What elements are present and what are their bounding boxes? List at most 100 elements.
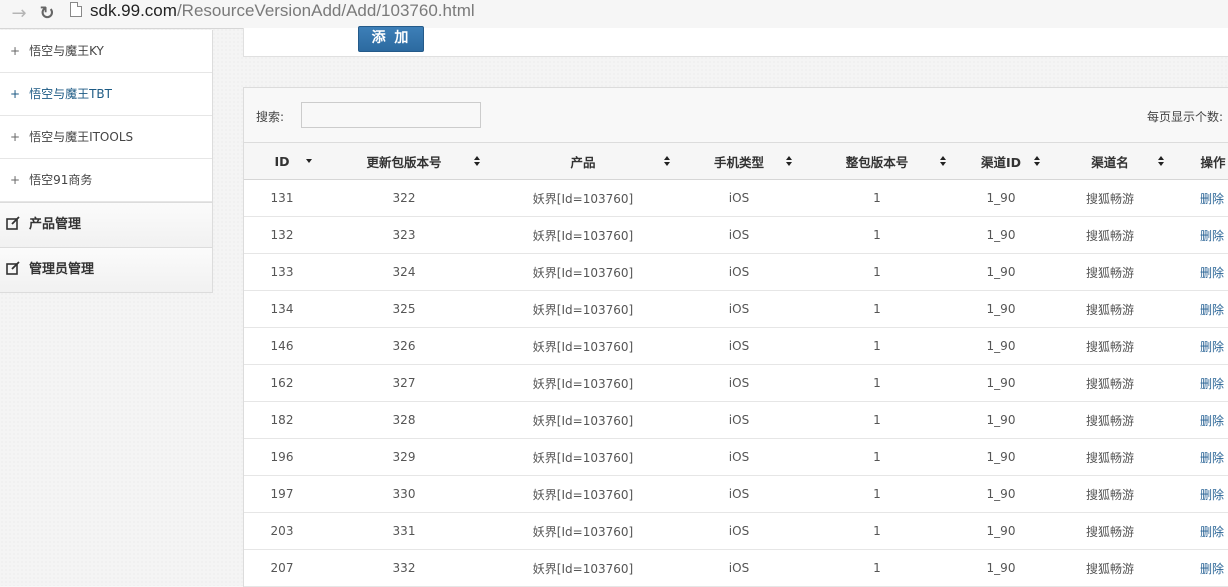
cell-product: 妖界[Id=103760] <box>488 438 678 476</box>
cell-update-version: 330 <box>320 475 488 513</box>
search-input[interactable] <box>301 102 481 128</box>
cell-id: 207 <box>244 549 320 587</box>
sidebar-item-label: 悟空与魔王TBT <box>29 87 112 101</box>
plus-icon: + <box>10 44 21 58</box>
table-row: 182 328 妖界[Id=103760] iOS 1 1_90 搜狐畅游 删除 <box>244 401 1228 439</box>
table-row: 146 326 妖界[Id=103760] iOS 1 1_90 搜狐畅游 删除 <box>244 327 1228 365</box>
url-path: /ResourceVersionAdd/Add/103760.html <box>176 1 475 20</box>
sort-icon[interactable] <box>940 156 946 166</box>
add-panel: 添 加 <box>243 26 1228 57</box>
address-bar[interactable]: sdk.99.com/ResourceVersionAdd/Add/103760… <box>66 0 1228 22</box>
data-table-panel: 搜索: 每页显示个数: ID 更新包版本号 产品 手机类型 整包版本号 渠道ID… <box>243 87 1228 587</box>
cell-channel-id: 1_90 <box>954 549 1048 587</box>
sidebar-item-ky[interactable]: + 悟空与魔王KY <box>0 30 212 73</box>
column-header-id[interactable]: ID <box>244 143 320 180</box>
cell-channel-name: 搜狐畅游 <box>1048 512 1172 550</box>
cell-phone-type: iOS <box>678 290 800 328</box>
cell-update-version: 327 <box>320 364 488 402</box>
sidebar-item-itools[interactable]: + 悟空与魔王ITOOLS <box>0 116 212 159</box>
cell-phone-type: iOS <box>678 475 800 513</box>
cell-update-version: 332 <box>320 549 488 587</box>
cell-action-delete[interactable]: 删除 <box>1172 290 1228 328</box>
table-header-row: ID 更新包版本号 产品 手机类型 整包版本号 渠道ID 渠道名 操作 <box>244 143 1228 180</box>
add-button[interactable]: 添 加 <box>358 26 424 52</box>
cell-channel-name: 搜狐畅游 <box>1048 290 1172 328</box>
sort-icon[interactable] <box>1034 156 1040 166</box>
cell-action-delete[interactable]: 删除 <box>1172 512 1228 550</box>
forward-arrow-icon[interactable]: → <box>8 3 30 25</box>
data-table: ID 更新包版本号 产品 手机类型 整包版本号 渠道ID 渠道名 操作 131 3… <box>244 143 1228 587</box>
cell-channel-id: 1_90 <box>954 179 1048 217</box>
cell-action-delete[interactable]: 删除 <box>1172 253 1228 291</box>
cell-product: 妖界[Id=103760] <box>488 290 678 328</box>
table-row: 203 331 妖界[Id=103760] iOS 1 1_90 搜狐畅游 删除 <box>244 512 1228 550</box>
sort-icon[interactable] <box>1158 156 1164 166</box>
cell-channel-id: 1_90 <box>954 253 1048 291</box>
cell-action-delete[interactable]: 删除 <box>1172 438 1228 476</box>
plus-icon: + <box>10 130 21 144</box>
column-header-product[interactable]: 产品 <box>488 143 678 180</box>
sidebar-item-tbt[interactable]: + 悟空与魔王TBT <box>0 73 212 116</box>
reload-icon[interactable]: ↻ <box>36 3 58 25</box>
sort-icon[interactable] <box>664 156 670 166</box>
cell-channel-id: 1_90 <box>954 364 1048 402</box>
cell-phone-type: iOS <box>678 401 800 439</box>
cell-product: 妖界[Id=103760] <box>488 401 678 439</box>
cell-channel-id: 1_90 <box>954 475 1048 513</box>
sort-icon[interactable] <box>474 156 480 166</box>
cell-action-delete[interactable]: 删除 <box>1172 401 1228 439</box>
table-row: 133 324 妖界[Id=103760] iOS 1 1_90 搜狐畅游 删除 <box>244 253 1228 291</box>
cell-channel-name: 搜狐畅游 <box>1048 401 1172 439</box>
cell-id: 196 <box>244 438 320 476</box>
cell-id: 203 <box>244 512 320 550</box>
cell-full-version: 1 <box>800 512 954 550</box>
sidebar-group-label: 产品管理 <box>29 217 82 232</box>
cell-channel-id: 1_90 <box>954 512 1048 550</box>
table-row: 134 325 妖界[Id=103760] iOS 1 1_90 搜狐畅游 删除 <box>244 290 1228 328</box>
cell-full-version: 1 <box>800 216 954 254</box>
cell-phone-type: iOS <box>678 512 800 550</box>
browser-toolbar: → ↻ sdk.99.com/ResourceVersionAdd/Add/10… <box>0 0 1228 29</box>
cell-update-version: 328 <box>320 401 488 439</box>
column-header-full-version[interactable]: 整包版本号 <box>800 143 954 180</box>
sort-desc-icon[interactable] <box>306 156 312 166</box>
sidebar-item-91[interactable]: + 悟空91商务 <box>0 159 212 202</box>
cell-full-version: 1 <box>800 549 954 587</box>
table-row: 207 332 妖界[Id=103760] iOS 1 1_90 搜狐畅游 删除 <box>244 549 1228 587</box>
cell-phone-type: iOS <box>678 549 800 587</box>
cell-action-delete[interactable]: 删除 <box>1172 179 1228 217</box>
cell-product: 妖界[Id=103760] <box>488 549 678 587</box>
cell-channel-name: 搜狐畅游 <box>1048 216 1172 254</box>
cell-id: 131 <box>244 179 320 217</box>
cell-action-delete[interactable]: 删除 <box>1172 364 1228 402</box>
cell-channel-name: 搜狐畅游 <box>1048 327 1172 365</box>
cell-full-version: 1 <box>800 438 954 476</box>
sort-icon[interactable] <box>786 156 792 166</box>
column-header-phone-type[interactable]: 手机类型 <box>678 143 800 180</box>
plus-icon: + <box>10 173 21 187</box>
sidebar-group-label: 管理员管理 <box>29 262 95 277</box>
cell-channel-id: 1_90 <box>954 290 1048 328</box>
cell-action-delete[interactable]: 删除 <box>1172 549 1228 587</box>
sidebar-item-label: 悟空与魔王ITOOLS <box>29 130 134 144</box>
sidebar-group-products[interactable]: 产品管理 <box>0 202 212 247</box>
cell-update-version: 322 <box>320 179 488 217</box>
column-header-update-version[interactable]: 更新包版本号 <box>320 143 488 180</box>
cell-phone-type: iOS <box>678 253 800 291</box>
cell-id: 182 <box>244 401 320 439</box>
cell-action-delete[interactable]: 删除 <box>1172 216 1228 254</box>
url-host: sdk.99.com <box>90 1 177 20</box>
plus-icon: + <box>10 87 21 101</box>
sidebar-group-admins[interactable]: 管理员管理 <box>0 247 212 292</box>
cell-id: 197 <box>244 475 320 513</box>
cell-action-delete[interactable]: 删除 <box>1172 475 1228 513</box>
edit-icon <box>6 216 20 230</box>
cell-id: 134 <box>244 290 320 328</box>
column-header-channel-name[interactable]: 渠道名 <box>1048 143 1172 180</box>
cell-action-delete[interactable]: 删除 <box>1172 327 1228 365</box>
cell-product: 妖界[Id=103760] <box>488 364 678 402</box>
cell-phone-type: iOS <box>678 216 800 254</box>
cell-update-version: 325 <box>320 290 488 328</box>
column-header-channel-id[interactable]: 渠道ID <box>954 143 1048 180</box>
cell-channel-name: 搜狐畅游 <box>1048 475 1172 513</box>
